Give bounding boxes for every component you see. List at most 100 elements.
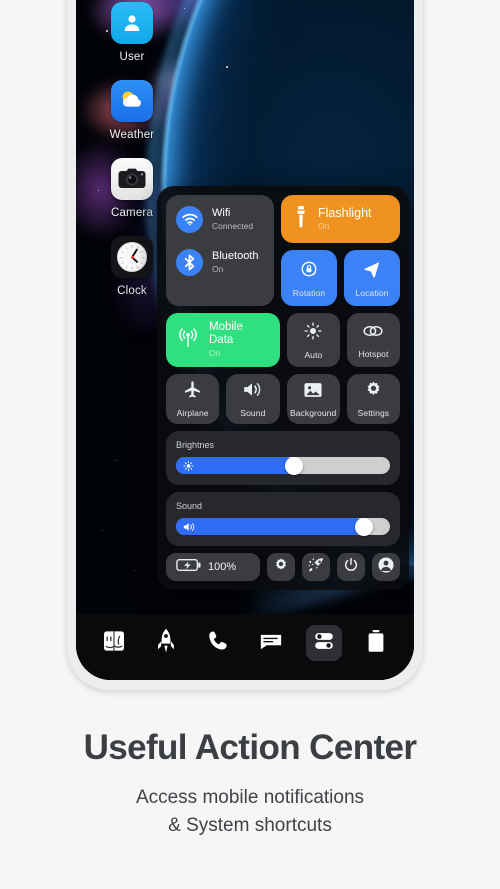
wifi-title: Wifi [212,207,231,220]
brightness-slider[interactable] [176,456,390,475]
bluetooth-status: On [212,263,224,274]
gear-icon [364,380,383,404]
mobile-data-title: Mobile Data [209,320,243,347]
app-label: Weather [109,129,155,141]
camera-icon [111,158,153,200]
settings-action-button[interactable] [267,553,295,581]
battery-percent: 100% [208,561,237,573]
control-center-top-grid: Wifi Connected Bluetooth On Flashlight O… [166,195,400,306]
power-action-button[interactable] [337,553,365,581]
message-icon [259,631,283,656]
volume-icon [183,521,196,532]
hotspot-link-icon [361,322,385,345]
phone-icon [207,629,230,657]
hotspot-tile[interactable]: Hotspot [346,313,400,367]
mobile-data-row: Mobile Data On Auto Hotspot [166,313,400,367]
phone-frame: User Weather Camera Clock Wifi Connected… [67,0,423,690]
phone-screen: User Weather Camera Clock Wifi Connected… [76,0,414,680]
wallpaper-image-icon [303,381,323,404]
brightness-icon [183,460,194,471]
bluetooth-title: Bluetooth [212,250,259,263]
wifi-toggle[interactable]: Wifi Connected [176,206,264,233]
flashlight-title: Flashlight [318,205,372,220]
wifi-icon [176,206,203,233]
subline-1: Access mobile notifications [135,787,365,809]
background-tile[interactable]: Background [286,374,340,424]
flashlight-tile[interactable]: Flashlight On [281,195,400,243]
auto-brightness-tile[interactable]: Auto [286,313,340,367]
brightness-slider-card: Brightnes [166,431,400,485]
airplane-tile[interactable]: Airplane [166,374,220,424]
trash-icon [366,629,386,658]
speaker-icon [242,380,263,404]
quick-tiles-column: Flashlight On Rotation Location [281,195,400,306]
volume-fill [176,518,365,535]
settings-tile[interactable]: Settings [346,374,400,424]
gear-icon [273,557,289,578]
location-arrow-icon [362,259,382,284]
control-center-panel: Wifi Connected Bluetooth On Flashlight O… [157,186,409,590]
dock-item-phone[interactable] [201,625,237,661]
dock-item-control-center[interactable] [305,625,342,661]
volume-knob[interactable] [355,517,374,536]
subline-2: & System shortcuts [168,814,332,836]
volume-slider[interactable] [176,517,390,536]
caption-block: Useful Action Center Access mobile notif… [0,728,500,839]
dock-item-finder[interactable] [96,625,132,661]
rocket-boost-icon [308,557,325,578]
app-clock[interactable]: Clock [100,236,164,297]
flashlight-icon [294,205,308,234]
airplane-icon [183,380,202,404]
location-label: Location [355,287,389,298]
sun-cloud-icon [111,80,153,122]
settings-label: Settings [357,408,390,418]
connectivity-card: Wifi Connected Bluetooth On [166,195,274,306]
brightness-label: Brightnes [176,440,215,450]
sound-tile[interactable]: Sound [226,374,280,424]
app-label: User [119,51,145,63]
finder-icon [102,629,126,658]
rocket-icon [155,628,177,659]
volume-label: Sound [176,501,203,511]
battery-status[interactable]: 100% [166,553,260,581]
cleaner-action-button[interactable] [302,553,330,581]
control-center-action-row: 100% [166,553,400,581]
signal-tower-icon [177,327,199,354]
utility-tile-row: Airplane Sound Background Settings [166,374,400,424]
dock-item-trash[interactable] [358,625,394,661]
rotation-label: Rotation [292,287,326,298]
app-camera[interactable]: Camera [100,158,164,219]
app-label: Clock [117,285,147,297]
bluetooth-toggle[interactable]: Bluetooth On [176,249,264,276]
headline: Useful Action Center [83,728,417,767]
power-icon [343,557,359,578]
location-tile[interactable]: Location [344,250,400,306]
mobile-data-tile[interactable]: Mobile Data On [166,313,280,367]
auto-label: Auto [304,349,323,360]
dock-item-messages[interactable] [253,625,289,661]
wifi-status: Connected [212,220,254,231]
brightness-knob[interactable] [284,456,303,475]
toggles-icon [313,630,335,657]
app-weather[interactable]: Weather [100,80,164,141]
rotation-lock-icon [299,259,319,284]
dock-item-launchpad[interactable] [148,625,184,661]
mobile-data-status: On [209,348,221,359]
battery-charging-icon [176,558,202,577]
sound-label: Sound [240,408,266,418]
app-user[interactable]: User [100,2,164,63]
app-label: Camera [110,207,154,219]
rotation-tile[interactable]: Rotation [281,250,337,306]
flashlight-status: On [318,220,330,231]
subline: Access mobile notifications & System sho… [0,784,500,839]
dock [76,614,414,680]
profile-action-button[interactable] [372,553,400,581]
hotspot-label: Hotspot [358,348,389,359]
background-label: Background [289,407,337,418]
bluetooth-icon [176,249,203,276]
contact-icon [111,2,153,44]
analog-clock-icon [111,236,153,278]
volume-slider-card: Sound [166,492,400,546]
airplane-label: Airplane [176,408,209,418]
brightness-auto-icon [303,321,323,346]
